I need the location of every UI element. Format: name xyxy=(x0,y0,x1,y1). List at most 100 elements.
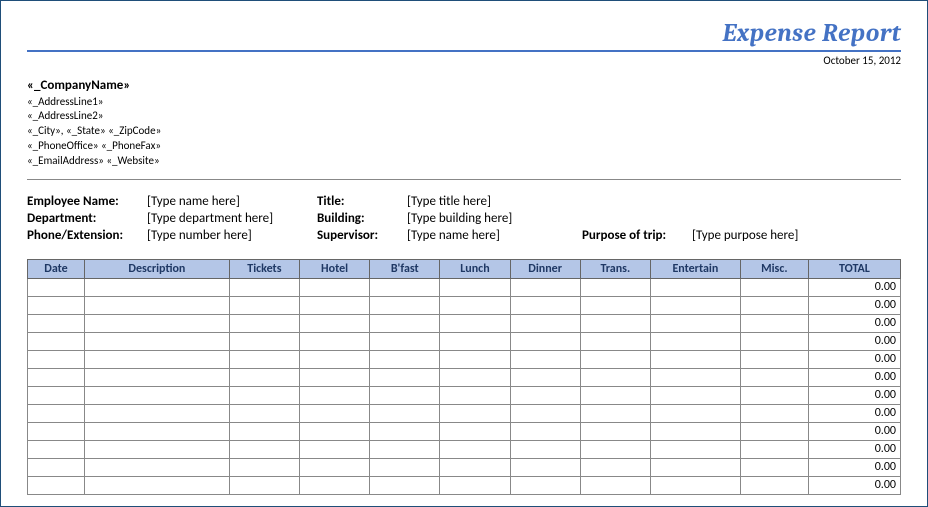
table-cell[interactable] xyxy=(510,458,580,476)
table-cell[interactable] xyxy=(740,296,808,314)
table-cell[interactable] xyxy=(580,368,650,386)
table-cell[interactable] xyxy=(580,440,650,458)
table-cell[interactable] xyxy=(740,350,808,368)
table-cell[interactable] xyxy=(510,440,580,458)
table-cell[interactable] xyxy=(510,332,580,350)
table-cell[interactable] xyxy=(650,404,740,422)
table-cell[interactable] xyxy=(580,350,650,368)
table-cell[interactable] xyxy=(370,386,440,404)
table-cell[interactable] xyxy=(85,386,230,404)
table-cell[interactable] xyxy=(510,422,580,440)
table-cell[interactable] xyxy=(510,404,580,422)
table-cell[interactable] xyxy=(740,386,808,404)
table-cell[interactable] xyxy=(580,332,650,350)
table-cell[interactable] xyxy=(370,314,440,332)
table-cell[interactable] xyxy=(370,368,440,386)
table-cell[interactable] xyxy=(370,278,440,296)
table-cell[interactable] xyxy=(370,350,440,368)
table-cell[interactable] xyxy=(229,350,299,368)
table-cell[interactable] xyxy=(85,368,230,386)
table-cell[interactable] xyxy=(510,296,580,314)
table-cell[interactable] xyxy=(28,332,85,350)
table-cell[interactable] xyxy=(299,458,369,476)
table-cell[interactable] xyxy=(510,386,580,404)
table-cell[interactable] xyxy=(440,404,510,422)
table-cell[interactable] xyxy=(28,350,85,368)
table-cell[interactable] xyxy=(85,440,230,458)
purpose-field[interactable]: [Type purpose here] xyxy=(692,228,901,243)
table-cell[interactable] xyxy=(510,476,580,494)
table-cell[interactable] xyxy=(229,458,299,476)
table-cell[interactable] xyxy=(650,386,740,404)
table-cell[interactable] xyxy=(85,404,230,422)
table-cell[interactable] xyxy=(580,296,650,314)
table-cell[interactable] xyxy=(299,350,369,368)
table-cell[interactable] xyxy=(580,476,650,494)
table-cell[interactable] xyxy=(229,386,299,404)
table-cell[interactable] xyxy=(299,404,369,422)
table-cell[interactable] xyxy=(650,332,740,350)
table-cell[interactable] xyxy=(580,386,650,404)
table-cell[interactable] xyxy=(299,386,369,404)
table-cell[interactable] xyxy=(28,404,85,422)
table-cell[interactable] xyxy=(229,404,299,422)
table-cell[interactable] xyxy=(85,476,230,494)
table-cell[interactable] xyxy=(299,278,369,296)
table-cell[interactable] xyxy=(229,314,299,332)
employee-name-field[interactable]: [Type name here] xyxy=(147,194,317,209)
table-cell[interactable] xyxy=(85,314,230,332)
table-cell[interactable] xyxy=(440,368,510,386)
table-cell[interactable] xyxy=(229,278,299,296)
table-cell[interactable] xyxy=(580,278,650,296)
table-cell[interactable] xyxy=(85,278,230,296)
table-cell[interactable] xyxy=(740,278,808,296)
table-cell[interactable] xyxy=(440,296,510,314)
table-cell[interactable] xyxy=(299,422,369,440)
table-cell[interactable] xyxy=(85,350,230,368)
table-cell[interactable] xyxy=(229,476,299,494)
table-cell[interactable] xyxy=(370,440,440,458)
table-cell[interactable] xyxy=(299,476,369,494)
table-cell[interactable] xyxy=(650,296,740,314)
table-cell[interactable] xyxy=(440,314,510,332)
table-cell[interactable] xyxy=(650,350,740,368)
table-cell[interactable] xyxy=(85,458,230,476)
phone-ext-field[interactable]: [Type number here] xyxy=(147,228,317,243)
table-cell[interactable] xyxy=(650,314,740,332)
table-cell[interactable] xyxy=(370,476,440,494)
building-field[interactable]: [Type building here] xyxy=(407,211,582,226)
table-cell[interactable] xyxy=(370,422,440,440)
table-cell[interactable] xyxy=(740,368,808,386)
table-cell[interactable] xyxy=(650,278,740,296)
table-cell[interactable] xyxy=(580,422,650,440)
table-cell[interactable] xyxy=(740,314,808,332)
table-cell[interactable] xyxy=(370,404,440,422)
table-cell[interactable] xyxy=(440,350,510,368)
table-cell[interactable] xyxy=(370,458,440,476)
table-cell[interactable] xyxy=(740,422,808,440)
table-cell[interactable] xyxy=(85,296,230,314)
table-cell[interactable] xyxy=(299,314,369,332)
table-cell[interactable] xyxy=(299,332,369,350)
table-cell[interactable] xyxy=(650,458,740,476)
table-cell[interactable] xyxy=(28,314,85,332)
table-cell[interactable] xyxy=(580,458,650,476)
table-cell[interactable] xyxy=(650,440,740,458)
table-cell[interactable] xyxy=(370,296,440,314)
table-cell[interactable] xyxy=(229,296,299,314)
title-field[interactable]: [Type title here] xyxy=(407,194,582,209)
table-cell[interactable] xyxy=(650,368,740,386)
table-cell[interactable] xyxy=(28,296,85,314)
department-field[interactable]: [Type department here] xyxy=(147,211,317,226)
table-cell[interactable] xyxy=(28,476,85,494)
table-cell[interactable] xyxy=(510,350,580,368)
table-cell[interactable] xyxy=(229,422,299,440)
table-cell[interactable] xyxy=(299,368,369,386)
table-cell[interactable] xyxy=(440,458,510,476)
table-cell[interactable] xyxy=(229,368,299,386)
table-cell[interactable] xyxy=(580,314,650,332)
table-cell[interactable] xyxy=(740,332,808,350)
table-cell[interactable] xyxy=(740,440,808,458)
table-cell[interactable] xyxy=(440,332,510,350)
table-cell[interactable] xyxy=(299,296,369,314)
